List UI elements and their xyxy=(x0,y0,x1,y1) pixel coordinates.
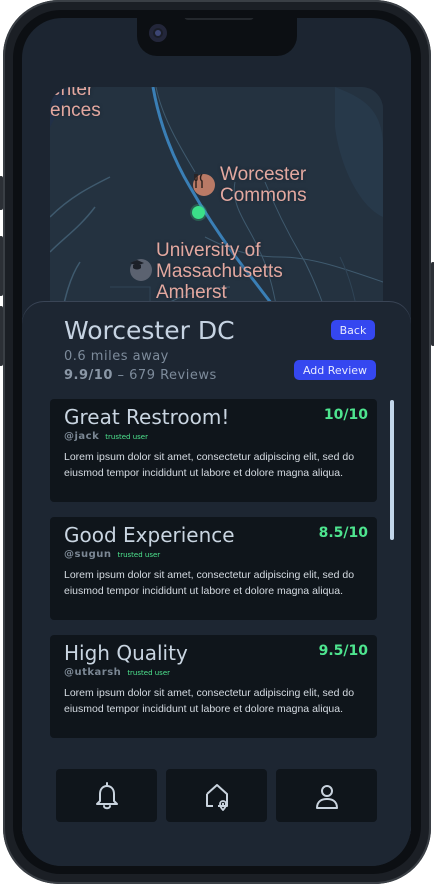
phone-volume-down xyxy=(0,306,3,366)
review-card[interactable]: Good Experience 8.5/10 @sugun trusted use… xyxy=(50,517,377,620)
current-location-dot xyxy=(192,206,205,219)
location-distance: 0.6 miles away xyxy=(64,349,169,364)
location-rating: 9.9/10 – 679 Reviews xyxy=(64,368,217,383)
review-username[interactable]: @utkarsh xyxy=(64,667,121,678)
add-review-button[interactable]: Add Review xyxy=(294,360,376,380)
nav-profile-button[interactable] xyxy=(276,769,377,822)
review-username[interactable]: @jack xyxy=(64,431,99,442)
review-score: 8.5/10 xyxy=(318,525,368,541)
trusted-badge: trusted user xyxy=(117,551,161,559)
school-icon[interactable] xyxy=(130,259,152,281)
review-user: @jack trusted user xyxy=(64,431,148,442)
phone-volume-up xyxy=(0,236,3,296)
nav-home-button[interactable] xyxy=(166,769,267,822)
review-title: High Quality xyxy=(64,641,188,665)
map-label-university[interactable]: University of Massachusetts Amherst xyxy=(156,240,283,303)
front-camera xyxy=(149,24,167,42)
map-label-commons[interactable]: Worcester Commons xyxy=(220,164,307,206)
trusted-badge: trusted user xyxy=(105,433,148,441)
reviews-list[interactable]: Great Restroom! 10/10 @jack trusted user … xyxy=(50,399,377,739)
location-title: Worcester DC xyxy=(64,316,235,345)
review-body: Lorem ipsum dolor sit amet, consectetur … xyxy=(64,451,355,479)
review-body: Lorem ipsum dolor sit amet, consectetur … xyxy=(64,569,355,597)
back-button[interactable]: Back xyxy=(331,320,375,340)
review-card[interactable]: High Quality 9.5/10 @utkarsh trusted user… xyxy=(50,635,377,738)
review-count: – 679 Reviews xyxy=(117,368,217,383)
home-pin-icon xyxy=(205,783,228,811)
reviews-scrollbar[interactable] xyxy=(390,400,394,540)
review-score: 9.5/10 xyxy=(318,643,368,659)
location-score: 9.9/10 xyxy=(64,368,113,383)
phone-side-button xyxy=(0,176,3,210)
restaurant-icon[interactable] xyxy=(193,174,215,196)
review-score: 10/10 xyxy=(323,407,368,423)
speaker-grille xyxy=(184,18,254,20)
review-body: Lorem ipsum dolor sit amet, consectetur … xyxy=(64,687,355,715)
review-username[interactable]: @sugun xyxy=(64,549,111,560)
review-user: @sugun trusted user xyxy=(64,549,160,560)
bell-icon xyxy=(95,781,118,809)
user-icon xyxy=(315,784,338,809)
nav-notifications-button[interactable] xyxy=(56,769,157,822)
map-view[interactable]: enter ences Worcester Commons University… xyxy=(50,87,383,327)
review-card[interactable]: Great Restroom! 10/10 @jack trusted user … xyxy=(50,399,377,502)
review-user: @utkarsh trusted user xyxy=(64,667,170,678)
review-title: Great Restroom! xyxy=(64,405,230,429)
phone-notch xyxy=(137,18,297,56)
trusted-badge: trusted user xyxy=(127,669,171,677)
app-screen: enter ences Worcester Commons University… xyxy=(22,18,411,866)
review-title: Good Experience xyxy=(64,523,235,547)
map-label-top-left: enter ences xyxy=(50,87,101,121)
